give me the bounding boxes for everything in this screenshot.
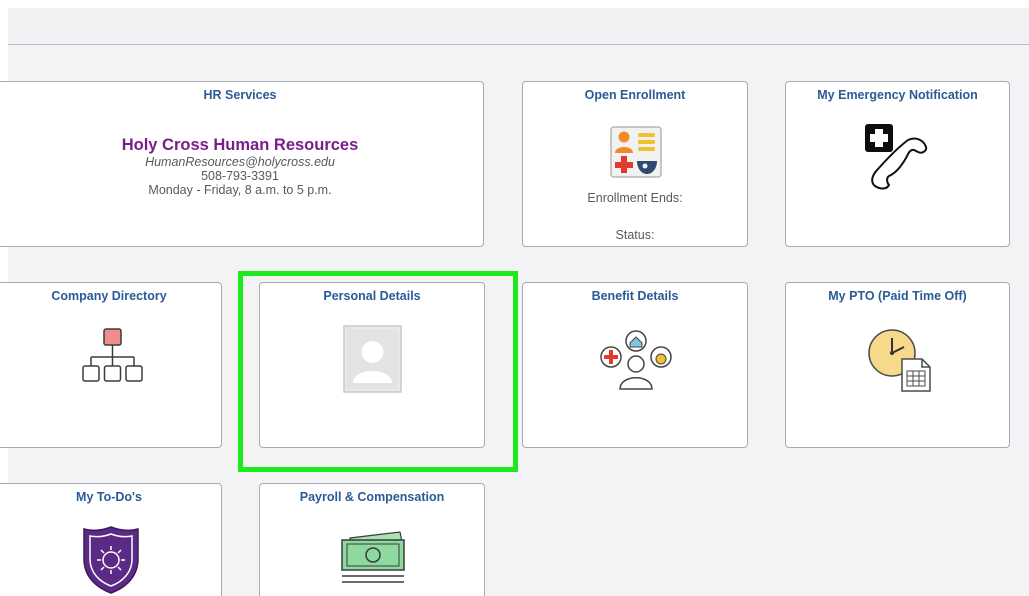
tile-my-todos[interactable]: My To-Do's <box>0 483 222 596</box>
tile-emergency-notification[interactable]: My Emergency Notification <box>785 81 1010 247</box>
clock-calendar-icon <box>868 329 931 392</box>
org-chart-icon <box>82 328 143 382</box>
money-icon <box>341 531 405 583</box>
enrollment-icon <box>610 126 662 178</box>
tile-title: Personal Details <box>323 289 421 303</box>
tile-title: My Emergency Notification <box>817 88 978 102</box>
tile-my-pto[interactable]: My PTO (Paid Time Off) <box>785 282 1010 448</box>
header-bar <box>0 0 1029 45</box>
tile-title: My PTO (Paid Time Off) <box>828 289 967 303</box>
profile-photo-placeholder-icon <box>343 325 402 393</box>
tile-title: Open Enrollment <box>584 88 686 102</box>
enrollment-ends-label: Enrollment Ends: <box>587 191 683 205</box>
benefits-icon <box>600 330 672 390</box>
hr-email: HumanResources@holycross.edu <box>145 155 335 169</box>
header-bar-inner <box>8 8 1029 45</box>
homepage: HR Services Holy Cross Human Resources H… <box>0 0 1029 596</box>
emergency-phone-icon <box>865 124 928 190</box>
tile-company-directory[interactable]: Company Directory <box>0 282 222 448</box>
hr-name: Holy Cross Human Resources <box>121 136 359 154</box>
tile-title: My To-Do's <box>76 490 142 504</box>
tile-title: Payroll & Compensation <box>299 490 445 504</box>
tile-title: Benefit Details <box>591 289 679 303</box>
tile-title: Company Directory <box>51 289 167 303</box>
tile-personal-details[interactable]: Personal Details <box>259 282 485 448</box>
status-label: Status: <box>615 228 655 242</box>
tile-benefit-details[interactable]: Benefit Details <box>522 282 748 448</box>
hr-phone: 508-793-3391 <box>201 169 279 183</box>
tile-title: HR Services <box>203 88 277 102</box>
tile-payroll-compensation[interactable]: Payroll & Compensation <box>259 483 485 596</box>
tile-hr-services[interactable]: HR Services Holy Cross Human Resources H… <box>0 81 484 247</box>
shield-sun-icon <box>83 526 139 594</box>
tile-open-enrollment[interactable]: Open Enrollment Enrollment Ends: Status: <box>522 81 748 247</box>
hr-hours: Monday - Friday, 8 a.m. to 5 p.m. <box>148 183 332 197</box>
